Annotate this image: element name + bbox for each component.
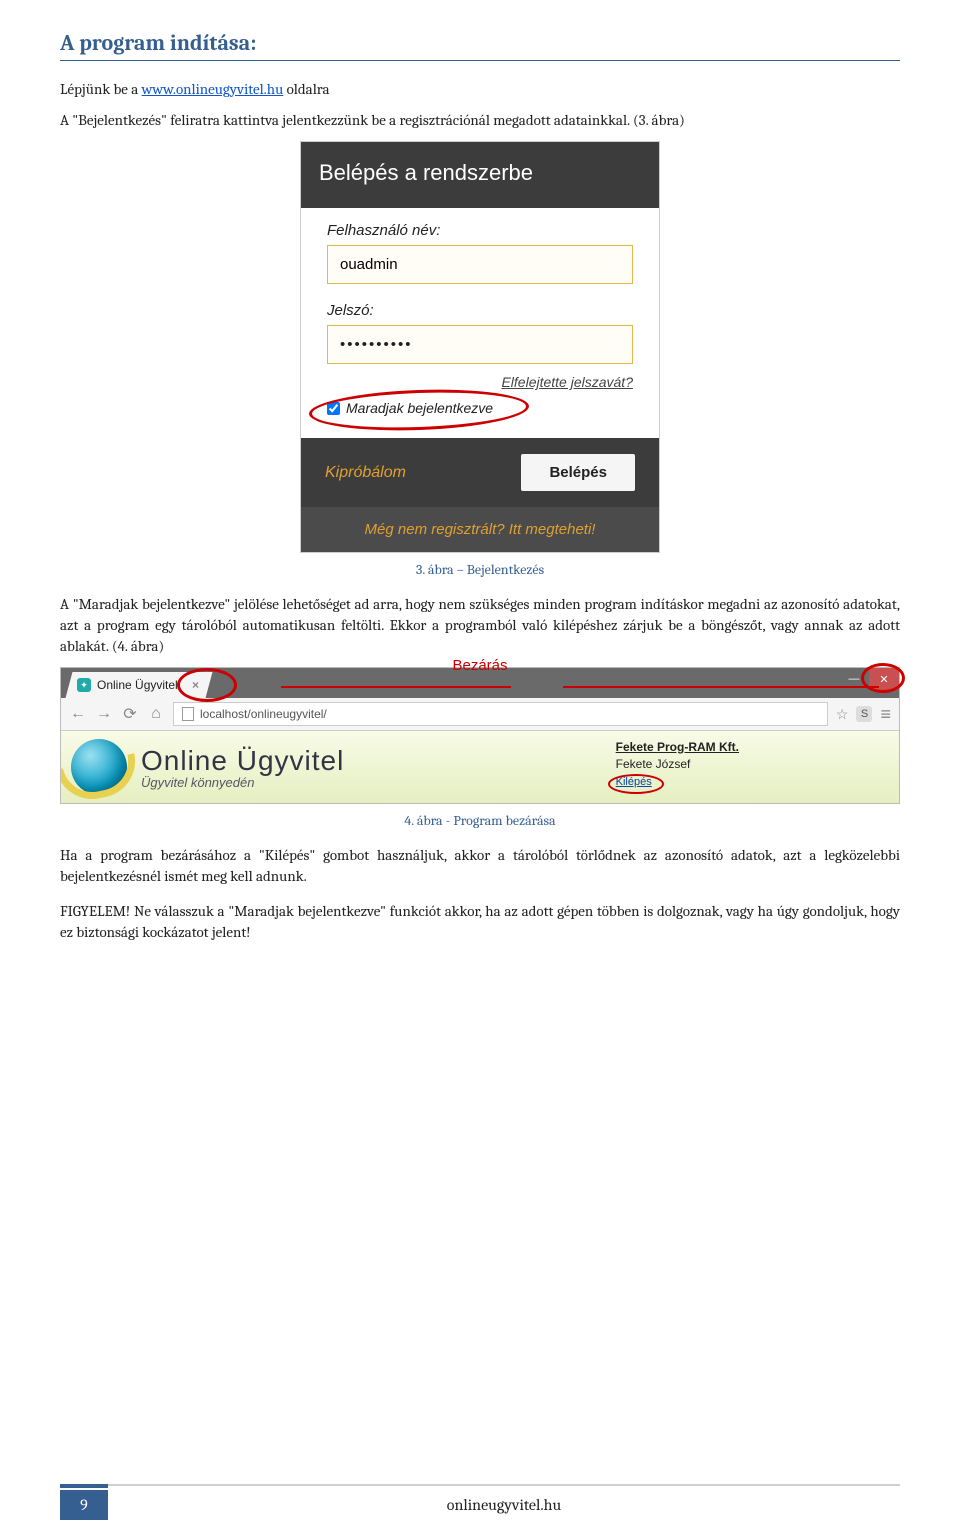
- highlight-circle: [177, 668, 237, 702]
- favicon-icon: ✦: [77, 678, 91, 692]
- bookmark-icon[interactable]: ☆: [836, 706, 849, 723]
- extension-s-icon[interactable]: S: [856, 706, 872, 722]
- intro-line-1: Lépjünk be a www.onlineugyvitel.hu oldal…: [60, 79, 900, 100]
- remember-checkbox[interactable]: [327, 402, 340, 415]
- figure3-caption: 3. ábra – Bejelentkezés: [60, 561, 900, 578]
- username-label: Felhasználó név:: [327, 222, 633, 239]
- login-panel: Belépés a rendszerbe Felhasználó név: Je…: [300, 141, 660, 553]
- annotation-line: [281, 686, 511, 688]
- tab-close-icon[interactable]: ×: [192, 678, 199, 692]
- address-text: localhost/onlineugyvitel/: [200, 707, 327, 721]
- forgot-password-link[interactable]: Elfelejtette jelszavát?: [501, 374, 633, 390]
- menu-icon[interactable]: ≡: [880, 704, 891, 725]
- site-link[interactable]: www.onlineugyvitel.hu: [142, 80, 284, 98]
- section-heading: A program indítása:: [60, 30, 900, 61]
- footer-divider: [60, 1484, 900, 1486]
- register-link-bar[interactable]: Még nem regisztrált? Itt megteheti!: [301, 507, 659, 552]
- username-input[interactable]: [327, 245, 633, 284]
- login-button[interactable]: Belépés: [521, 454, 635, 491]
- browser-tab[interactable]: ✦ Online Ügyvitel ×: [66, 672, 213, 698]
- intro-text: Lépjünk be a: [60, 80, 142, 98]
- user-name: Fekete József: [616, 756, 739, 773]
- highlight-circle: [608, 774, 664, 794]
- footer-site-name: onlineugyvitel.hu: [108, 1496, 900, 1514]
- site-header: Online Ügyvitel Ügyvitel könnyedén Feket…: [61, 731, 899, 803]
- brand-title: Online Ügyvitel: [141, 745, 344, 777]
- reload-icon[interactable]: ⟳: [121, 704, 139, 724]
- company-name: Fekete Prog-RAM Kft.: [616, 739, 739, 756]
- globe-logo-icon: [71, 739, 127, 795]
- user-info-block: Fekete Prog-RAM Kft. Fekete József Kilép…: [616, 739, 739, 790]
- browser-window: ✦ Online Ügyvitel × — ✕ ← → ⟳ ⌂ localhos…: [60, 667, 900, 804]
- annotation-line: [563, 686, 879, 688]
- brand-subtitle: Ügyvitel könnyedén: [141, 775, 344, 790]
- remember-label: Maradjak bejelentkezve: [346, 400, 493, 416]
- page-number: 9: [60, 1490, 108, 1520]
- paragraph-after-fig3: A "Maradjak bejelentkezve" jelölése lehe…: [60, 594, 900, 657]
- page-icon: [182, 707, 194, 721]
- page-footer: 9 onlineugyvitel.hu: [60, 1484, 900, 1520]
- warning-paragraph: FIGYELEM! Ne válasszuk a "Maradjak bejel…: [60, 901, 900, 943]
- password-input[interactable]: ••••••••••: [327, 325, 633, 364]
- close-annotation-label: Bezárás: [452, 657, 507, 674]
- back-icon[interactable]: ←: [69, 705, 87, 723]
- paragraph-after-fig4: Ha a program bezárásához a "Kilépés" gom…: [60, 845, 900, 887]
- password-label: Jelszó:: [327, 302, 633, 319]
- address-bar[interactable]: localhost/onlineugyvitel/: [173, 702, 828, 726]
- forward-icon[interactable]: →: [95, 705, 113, 723]
- tab-title: Online Ügyvitel: [97, 678, 178, 692]
- login-header: Belépés a rendszerbe: [301, 142, 659, 208]
- figure4-caption: 4. ábra - Program bezárása: [60, 812, 900, 829]
- intro-line-2: A "Bejelentkezés" feliratra kattintva je…: [60, 110, 900, 131]
- intro-text-after: oldalra: [287, 80, 330, 98]
- try-button[interactable]: Kipróbálom: [325, 464, 406, 482]
- home-icon[interactable]: ⌂: [147, 705, 165, 723]
